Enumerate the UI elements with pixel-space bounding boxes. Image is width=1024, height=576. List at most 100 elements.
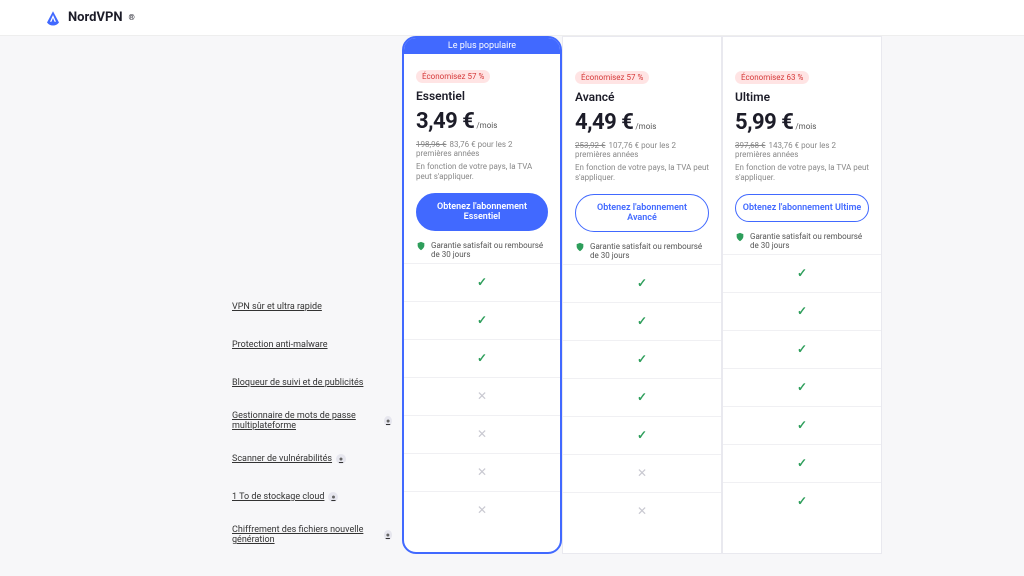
discount-badge: Économisez 57 % <box>575 71 649 84</box>
guarantee: Garantie satisfait ou remboursé de 30 jo… <box>575 242 709 260</box>
price-unit: /mois <box>476 121 497 130</box>
feature-label-text: Chiffrement des fichiers nouvelle généra… <box>232 525 380 545</box>
feature-value: ✓ <box>563 264 721 302</box>
feature-label[interactable]: Bloqueur de suivi et de publicités <box>232 364 392 402</box>
feature-value: ✓ <box>404 301 560 339</box>
feature-value: ✓ <box>723 482 881 520</box>
guarantee-text: Garantie satisfait ou remboursé de 30 jo… <box>431 241 548 259</box>
plan-ultime: Économisez 63 % Ultime 5,99 €/mois 397,68 €… <box>722 36 882 554</box>
feature-value: ✓ <box>563 302 721 340</box>
topbar: NordVPN® <box>0 0 1024 36</box>
plan-name: Ultime <box>735 90 869 104</box>
feature-label[interactable]: 1 To de stockage cloud ● <box>232 478 392 516</box>
feature-label-text: Bloqueur de suivi et de publicités <box>232 378 363 388</box>
check-icon: ✓ <box>477 313 487 327</box>
price-unit: /mois <box>795 122 816 131</box>
old-price: 253,92 € <box>575 141 606 150</box>
cross-icon: ✕ <box>637 466 647 480</box>
check-icon: ✓ <box>797 494 807 508</box>
guarantee: Garantie satisfait ou remboursé de 30 jo… <box>416 241 548 259</box>
feature-value: ✓ <box>723 368 881 406</box>
feature-value: ✕ <box>404 491 560 529</box>
cross-icon: ✕ <box>477 427 487 441</box>
discount-badge: Économisez 63 % <box>735 71 809 84</box>
feature-label[interactable]: Gestionnaire de mots de passe multiplate… <box>232 402 392 440</box>
plan-avancé: Économisez 57 % Avancé 4,49 €/mois 253,92 €… <box>562 36 722 554</box>
discount-badge: Économisez 57 % <box>416 70 490 83</box>
info-icon[interactable]: ● <box>328 492 338 502</box>
feature-value: ✓ <box>563 416 721 454</box>
vat-note: En fonction de votre pays, la TVA peut s… <box>416 162 548 183</box>
feature-label-text: Protection anti-malware <box>232 340 328 350</box>
cta-button[interactable]: Obtenez l'abonnement Avancé <box>575 194 709 232</box>
shield-icon <box>735 232 745 242</box>
check-icon: ✓ <box>637 390 647 404</box>
check-icon: ✓ <box>797 304 807 318</box>
feature-label-column: VPN sûr et ultra rapide Protection anti-m… <box>232 36 402 554</box>
feature-value: ✓ <box>723 330 881 368</box>
plan-name: Avancé <box>575 90 709 104</box>
check-icon: ✓ <box>797 380 807 394</box>
guarantee-text: Garantie satisfait ou remboursé de 30 jo… <box>750 232 869 250</box>
check-icon: ✓ <box>637 428 647 442</box>
feature-label[interactable]: Scanner de vulnérabilités ● <box>232 440 392 478</box>
check-icon: ✓ <box>477 351 487 365</box>
price-unit: /mois <box>635 122 656 131</box>
check-icon: ✓ <box>797 266 807 280</box>
pricing-wrap: VPN sûr et ultra rapide Protection anti-m… <box>0 36 1024 554</box>
feature-label[interactable]: VPN sûr et ultra rapide <box>232 288 392 326</box>
feature-value: ✕ <box>563 454 721 492</box>
info-icon[interactable]: ● <box>336 454 346 464</box>
feature-label-text: 1 To de stockage cloud <box>232 492 324 502</box>
plan-essentiel: Le plus populaire Économisez 57 % Essentie… <box>402 36 562 554</box>
check-icon: ✓ <box>797 342 807 356</box>
price: 5,99 € <box>735 110 793 135</box>
feature-label-text: Scanner de vulnérabilités <box>232 454 332 464</box>
most-popular-badge: Le plus populaire <box>404 38 560 54</box>
shield-icon <box>575 242 585 252</box>
feature-value: ✕ <box>404 453 560 491</box>
cross-icon: ✕ <box>637 504 647 518</box>
feature-label[interactable]: Protection anti-malware <box>232 326 392 364</box>
feature-value: ✓ <box>563 340 721 378</box>
feature-value: ✓ <box>404 263 560 301</box>
brand[interactable]: NordVPN® <box>44 9 135 27</box>
feature-value: ✓ <box>723 254 881 292</box>
cta-button[interactable]: Obtenez l'abonnement Essentiel <box>416 193 548 231</box>
check-icon: ✓ <box>637 276 647 290</box>
check-icon: ✓ <box>797 418 807 432</box>
check-icon: ✓ <box>637 352 647 366</box>
feature-label-text: Gestionnaire de mots de passe multiplate… <box>232 411 380 431</box>
feature-value: ✕ <box>404 415 560 453</box>
feature-value: ✕ <box>563 492 721 530</box>
feature-value: ✓ <box>404 339 560 377</box>
plan-name: Essentiel <box>416 89 548 103</box>
feature-label[interactable]: Chiffrement des fichiers nouvelle généra… <box>232 516 392 554</box>
brand-name: NordVPN <box>68 10 123 25</box>
check-icon: ✓ <box>477 275 487 289</box>
feature-value: ✓ <box>723 292 881 330</box>
old-price: 198,96 € <box>416 140 447 149</box>
cross-icon: ✕ <box>477 503 487 517</box>
vat-note: En fonction de votre pays, la TVA peut s… <box>575 163 709 184</box>
check-icon: ✓ <box>797 456 807 470</box>
cta-button[interactable]: Obtenez l'abonnement Ultime <box>735 194 869 222</box>
pricing-grid: VPN sûr et ultra rapide Protection anti-m… <box>232 36 932 554</box>
vat-note: En fonction de votre pays, la TVA peut s… <box>735 163 869 184</box>
feature-label-text: VPN sûr et ultra rapide <box>232 302 322 312</box>
brand-logo-icon <box>44 9 62 27</box>
info-icon[interactable]: ● <box>384 416 392 426</box>
feature-value: ✓ <box>723 406 881 444</box>
check-icon: ✓ <box>637 314 647 328</box>
guarantee: Garantie satisfait ou remboursé de 30 jo… <box>735 232 869 250</box>
price: 3,49 € <box>416 109 474 134</box>
feature-value: ✓ <box>563 378 721 416</box>
price: 4,49 € <box>575 110 633 135</box>
shield-icon <box>416 241 426 251</box>
feature-value: ✕ <box>404 377 560 415</box>
cross-icon: ✕ <box>477 465 487 479</box>
cross-icon: ✕ <box>477 389 487 403</box>
info-icon[interactable]: ● <box>384 530 392 540</box>
guarantee-text: Garantie satisfait ou remboursé de 30 jo… <box>590 242 709 260</box>
old-price: 397,68 € <box>735 141 766 150</box>
